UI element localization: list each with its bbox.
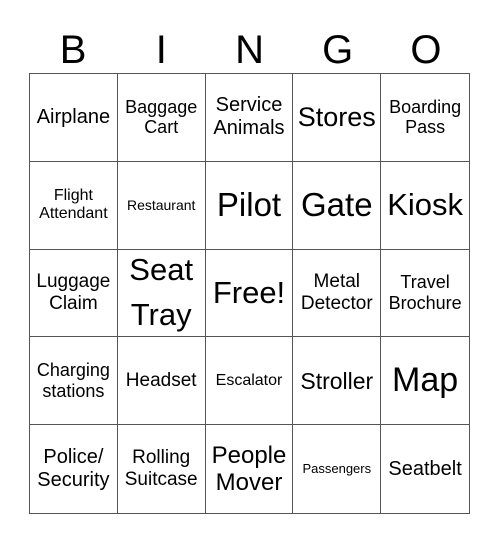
header-letter-b: B bbox=[59, 28, 87, 72]
bingo-cell[interactable]: Travel Brochure bbox=[381, 250, 469, 338]
bingo-cell[interactable]: Stores bbox=[293, 74, 382, 162]
bingo-cell[interactable]: Seatbelt bbox=[381, 425, 469, 513]
bingo-cell[interactable]: Kiosk bbox=[381, 162, 469, 250]
bingo-grid: Airplane Baggage Cart Service Animals St… bbox=[29, 73, 470, 514]
bingo-cell[interactable]: Police/ Security bbox=[30, 425, 118, 513]
bingo-cell[interactable]: Boarding Pass bbox=[381, 74, 469, 162]
bingo-cell[interactable]: Stroller bbox=[293, 337, 382, 426]
header-letter-o: O bbox=[410, 28, 442, 72]
bingo-cell[interactable]: Seat Tray bbox=[117, 249, 206, 338]
bingo-cell[interactable]: Airplane bbox=[30, 74, 118, 162]
bingo-cell[interactable]: Service Animals bbox=[205, 74, 294, 162]
header-letter-i: I bbox=[155, 28, 167, 72]
bingo-cell[interactable]: Passengers bbox=[293, 425, 382, 513]
header-letter-n: N bbox=[235, 28, 264, 72]
bingo-header: B I N G O bbox=[29, 28, 470, 72]
bingo-cell[interactable]: Map bbox=[381, 337, 469, 426]
bingo-cell[interactable]: Restaurant bbox=[117, 161, 206, 250]
bingo-cell[interactable]: Pilot bbox=[205, 161, 294, 250]
bingo-cell[interactable]: Escalator bbox=[205, 337, 294, 426]
header-letter-g: G bbox=[322, 28, 354, 72]
bingo-cell[interactable]: Baggage Cart bbox=[117, 74, 206, 162]
free-space[interactable]: Free! bbox=[205, 249, 294, 338]
bingo-cell[interactable]: Flight Attendant bbox=[30, 161, 118, 250]
bingo-cell[interactable]: Gate bbox=[293, 161, 382, 250]
bingo-cell[interactable]: People Mover bbox=[206, 425, 294, 513]
bingo-cell[interactable]: Rolling Suitcase bbox=[118, 425, 206, 513]
bingo-cell[interactable]: Luggage Claim bbox=[30, 249, 118, 338]
bingo-cell[interactable]: Charging stations bbox=[30, 337, 118, 426]
bingo-cell[interactable]: Metal Detector bbox=[293, 249, 382, 338]
bingo-cell[interactable]: Headset bbox=[117, 337, 206, 426]
